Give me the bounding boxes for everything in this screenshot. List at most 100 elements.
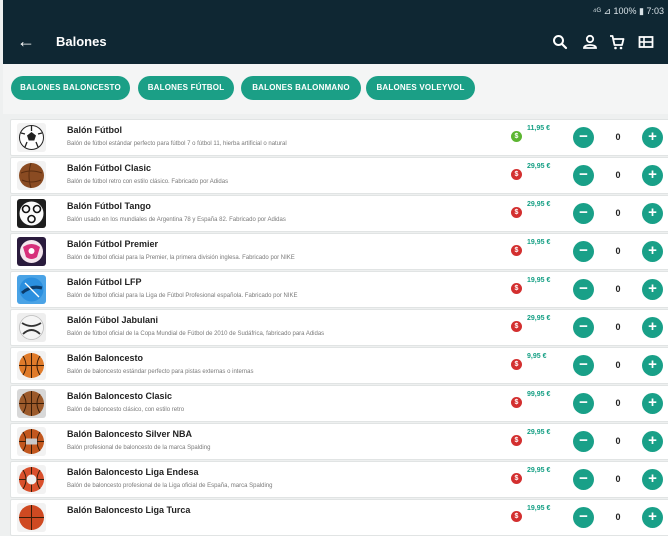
product-name: Balón Fútbol [67, 125, 122, 135]
price-badge: $ [511, 321, 522, 332]
ball-icon [17, 351, 46, 380]
product-description: Balón usado en los mundiales de Argentin… [67, 217, 286, 223]
product-price: 29,95 € [527, 429, 551, 436]
ball-icon [17, 161, 46, 190]
product-row[interactable]: Balón Baloncesto Liga Endesa Balón de bal… [10, 461, 668, 498]
decrease-quantity-button[interactable]: − [573, 393, 594, 414]
increase-quantity-button[interactable]: + [642, 507, 663, 528]
decrease-quantity-button[interactable]: − [573, 279, 594, 300]
product-description: Balón de fútbol retro con estilo clásico… [67, 179, 229, 185]
product-name: Balón Fútbol Clasic [67, 163, 152, 173]
product-row[interactable]: Balón Baloncesto Balón de baloncesto está… [10, 347, 668, 384]
product-price: 9,95 € [527, 353, 547, 360]
product-description: Balón profesional de baloncesto de la ma… [67, 445, 211, 451]
increase-quantity-button[interactable]: + [642, 165, 663, 186]
ball-icon [17, 465, 46, 494]
price-badge: $ [511, 283, 522, 294]
back-arrow-icon[interactable]: ← [17, 31, 35, 52]
chip-balones-futbol[interactable]: BALONES FÚTBOL [138, 76, 234, 100]
ball-icon [17, 237, 46, 266]
chip-balones-baloncesto[interactable]: BALONES BALONCESTO [11, 76, 130, 100]
product-price: 29,95 € [527, 467, 551, 474]
product-price: 29,95 € [527, 315, 551, 322]
product-name: Balón Baloncesto [67, 353, 144, 363]
decrease-quantity-button[interactable]: − [573, 355, 594, 376]
app-bar: ← Balones [3, 20, 668, 64]
increase-quantity-button[interactable]: + [642, 469, 663, 490]
price-badge: $ [511, 511, 522, 522]
product-description: Balón de fútbol estándar perfecto para f… [67, 141, 287, 147]
increase-quantity-button[interactable]: + [642, 127, 663, 148]
product-row[interactable]: Balón Baloncesto Silver NBA Balón profesi… [10, 423, 668, 460]
increase-quantity-button[interactable]: + [642, 317, 663, 338]
ball-icon [17, 199, 46, 228]
page-title: Balones [56, 34, 107, 49]
status-indicators: ⁴ᴳ ⊿ 100% ▮ 7:03 [592, 6, 664, 16]
ball-icon [17, 427, 46, 456]
ball-icon [17, 275, 46, 304]
decrease-quantity-button[interactable]: − [573, 203, 594, 224]
price-badge: $ [511, 435, 522, 446]
product-price: 29,95 € [527, 163, 551, 170]
decrease-quantity-button[interactable]: − [573, 165, 594, 186]
product-row[interactable]: Balón Fúbol Jabulani Balón de fútbol ofic… [10, 309, 668, 346]
quantity-value: 0 [615, 360, 621, 370]
status-bar: ⁴ᴳ ⊿ 100% ▮ 7:03 [3, 0, 668, 20]
chip-balones-balonmano[interactable]: BALONES BALONMANO [241, 76, 361, 100]
product-name: Balón Baloncesto Clasic [67, 391, 173, 401]
product-description: Balón de baloncesto profesional de la Li… [67, 483, 273, 489]
product-description: Balón de fútbol oficial para la Liga de … [67, 293, 298, 299]
price-badge: $ [511, 245, 522, 256]
product-price: 99,95 € [527, 391, 551, 398]
product-description: Balón de baloncesto estándar perfecto pa… [67, 369, 254, 375]
product-row[interactable]: Balón Fútbol Balón de fútbol estándar per… [10, 119, 668, 156]
product-row[interactable]: Balón Baloncesto Liga Turca $19,95 € −0 + [10, 499, 668, 536]
product-name: Balón Baloncesto Silver NBA [67, 429, 193, 439]
product-row[interactable]: Balón Fútbol LFP Balón de fútbol oficial … [10, 271, 668, 308]
decrease-quantity-button[interactable]: − [573, 241, 594, 262]
product-price: 19,95 € [527, 239, 551, 246]
product-name: Balón Baloncesto Liga Endesa [67, 467, 199, 477]
product-name: Balón Fútbol Tango [67, 201, 151, 211]
product-price: 19,95 € [527, 277, 551, 284]
account-icon[interactable] [581, 33, 599, 51]
quantity-value: 0 [615, 436, 621, 446]
product-row[interactable]: Balón Baloncesto Clasic Balón de balonces… [10, 385, 668, 422]
quantity-value: 0 [615, 284, 621, 294]
product-price: 19,95 € [527, 505, 551, 512]
increase-quantity-button[interactable]: + [642, 431, 663, 452]
increase-quantity-button[interactable]: + [642, 279, 663, 300]
product-name: Balón Fútbol Premier [67, 239, 159, 249]
quantity-value: 0 [615, 132, 621, 142]
increase-quantity-button[interactable]: + [642, 241, 663, 262]
increase-quantity-button[interactable]: + [642, 203, 663, 224]
ball-icon [17, 503, 46, 532]
decrease-quantity-button[interactable]: − [573, 431, 594, 452]
quantity-value: 0 [615, 322, 621, 332]
increase-quantity-button[interactable]: + [642, 393, 663, 414]
ball-icon [17, 389, 46, 418]
search-icon[interactable] [551, 33, 569, 51]
price-badge: $ [511, 131, 522, 142]
product-row[interactable]: Balón Fútbol Premier Balón de fútbol ofic… [10, 233, 668, 270]
quantity-value: 0 [615, 170, 621, 180]
product-price: 11,95 € [527, 125, 550, 132]
decrease-quantity-button[interactable]: − [573, 507, 594, 528]
cart-icon[interactable] [608, 33, 626, 51]
decrease-quantity-button[interactable]: − [573, 469, 594, 490]
chip-balones-voleyvol[interactable]: BALONES VOLEYVOL [366, 76, 475, 100]
quantity-value: 0 [615, 398, 621, 408]
increase-quantity-button[interactable]: + [642, 355, 663, 376]
ball-icon [17, 123, 46, 152]
product-row[interactable]: Balón Fútbol Clasic Balón de fútbol retro… [10, 157, 668, 194]
price-badge: $ [511, 169, 522, 180]
decrease-quantity-button[interactable]: − [573, 317, 594, 338]
decrease-quantity-button[interactable]: − [573, 127, 594, 148]
category-chips: BALONES BALONCESTO BALONES FÚTBOL BALONE… [3, 64, 668, 114]
product-name: Balón Fútbol LFP [67, 277, 142, 287]
product-description: Balón de fútbol oficial para la Premier,… [67, 255, 295, 261]
list-view-icon[interactable] [637, 33, 655, 51]
product-price: 29,95 € [527, 201, 551, 208]
product-name: Balón Fúbol Jabulani [67, 315, 159, 325]
product-row[interactable]: Balón Fútbol Tango Balón usado en los mun… [10, 195, 668, 232]
